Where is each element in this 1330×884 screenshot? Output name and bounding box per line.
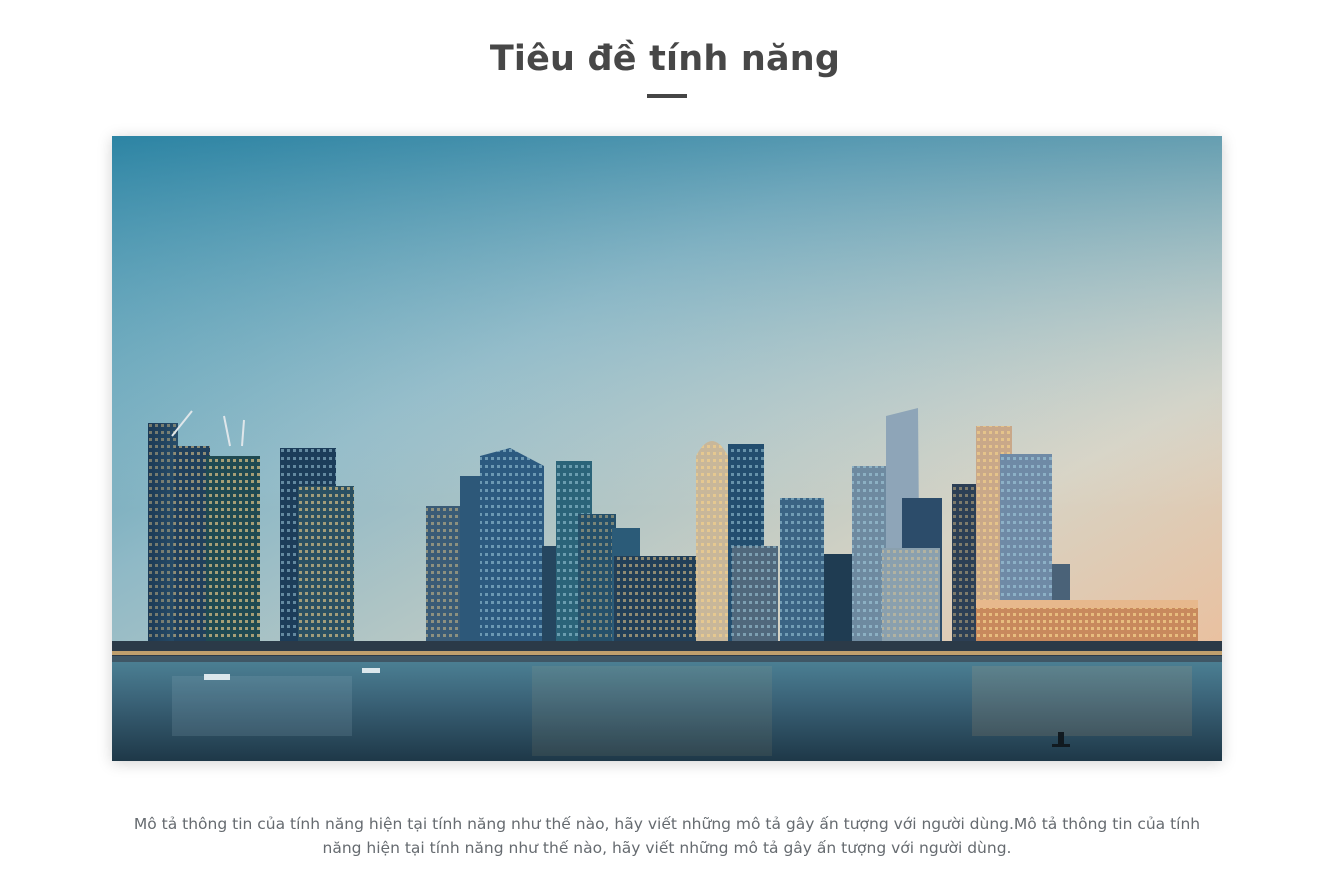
feature-description: Mô tả thông tin của tính năng hiện tại t… bbox=[133, 815, 1201, 857]
city-skyline-photo bbox=[112, 136, 1222, 761]
title-underline-divider bbox=[647, 94, 687, 98]
feature-title: Tiêu đề tính năng bbox=[489, 39, 841, 79]
feature-image bbox=[112, 136, 1222, 761]
feature-section: Tiêu đề tính năng Mô tả thông tin của tí… bbox=[0, 0, 1330, 884]
